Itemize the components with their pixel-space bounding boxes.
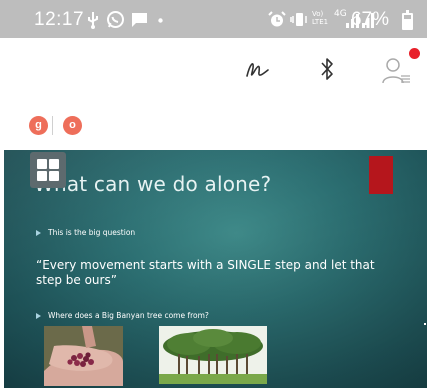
4g-label: 4G [334, 9, 347, 19]
participant-row: g o [0, 102, 427, 150]
usb-icon [88, 12, 98, 29]
slide-bullet-1-text: This is the big question [48, 228, 136, 237]
notification-badge [409, 48, 420, 59]
status-time: 12:17 [34, 9, 85, 30]
slide-quote: “Every movement starts with a SINGLE ste… [36, 258, 375, 287]
participant-avatar-g[interactable]: g [29, 116, 48, 135]
bullet-triangle-icon [36, 230, 41, 236]
screen: 12:17 Vo) LTE1 4G 67% g o What can we do… [0, 0, 427, 388]
status-bar: 12:17 Vo) LTE1 4G 67% [0, 0, 427, 38]
banyan-tree-image [159, 326, 267, 384]
battery-fill [404, 19, 411, 28]
slide-speck [424, 323, 426, 325]
grid-icon [37, 171, 47, 181]
chat-icon [132, 13, 147, 27]
grid-icon [49, 159, 59, 169]
battery-percent: 67% [350, 9, 389, 30]
slide-accent-bar [369, 156, 393, 194]
slide-bullet-1: This is the big question [36, 228, 135, 237]
whatsapp-icon [107, 11, 124, 28]
participant-avatar-o[interactable]: o [63, 116, 82, 135]
battery-icon [402, 10, 413, 30]
grid-icon [37, 159, 47, 169]
grid-icon [49, 171, 59, 181]
annotate-icon[interactable] [244, 56, 272, 84]
shared-slide[interactable]: What can we do alone? This is the big qu… [4, 150, 427, 388]
banyan-image-art [159, 326, 267, 384]
participant-initial: o [69, 119, 76, 131]
volte-label: Vo) LTE1 [312, 10, 329, 26]
participant-initial: g [35, 119, 42, 131]
seeds-image-art [44, 326, 123, 386]
slide-title: What can we do alone? [34, 172, 272, 196]
slide-bullet-2-text: Where does a Big Banyan tree come from? [48, 311, 209, 320]
participant-divider [52, 116, 53, 135]
dot-icon [158, 18, 163, 23]
bullet-triangle-icon [36, 313, 41, 319]
bluetooth-icon[interactable] [319, 55, 335, 83]
vibrate-icon [290, 13, 307, 26]
grid-view-button[interactable] [30, 152, 66, 188]
seeds-in-hand-image [44, 326, 123, 386]
slide-bullet-2: Where does a Big Banyan tree come from? [36, 311, 209, 320]
alarm-icon [268, 11, 286, 27]
meeting-toolbar [0, 38, 427, 102]
participants-icon[interactable] [381, 56, 411, 84]
